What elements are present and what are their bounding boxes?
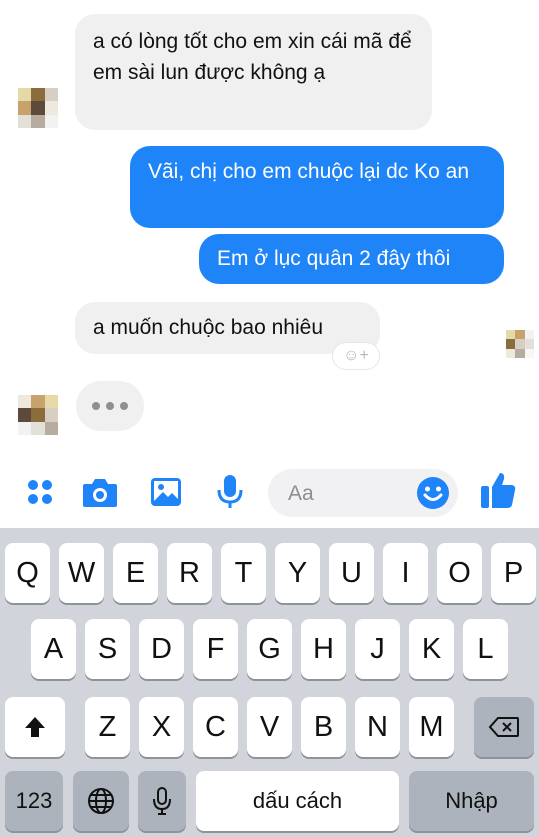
globe-key[interactable] <box>73 771 129 831</box>
contact-avatar[interactable] <box>18 88 58 128</box>
on-screen-keyboard: Q W E R T Y U I O P A S D F G H J K L Z … <box>0 528 539 837</box>
numbers-key[interactable]: 123 <box>5 771 63 831</box>
key-e[interactable]: E <box>113 543 158 603</box>
shift-key[interactable] <box>5 697 65 757</box>
key-g[interactable]: G <box>247 619 292 679</box>
microphone-icon[interactable] <box>210 472 250 512</box>
key-d[interactable]: D <box>139 619 184 679</box>
message-text: a muốn chuộc bao nhiêu <box>93 316 324 339</box>
dictation-key[interactable] <box>138 771 186 831</box>
key-y[interactable]: Y <box>275 543 320 603</box>
message-input-field[interactable] <box>268 469 458 517</box>
typing-dot <box>106 402 114 410</box>
message-text: a có lòng tốt cho em xin cái mã để em sà… <box>93 30 412 84</box>
message-outgoing-1[interactable]: Vãi, chị cho em chuộc lại dc Ko an <box>130 146 504 228</box>
key-a[interactable]: A <box>31 619 76 679</box>
key-m[interactable]: M <box>409 697 454 757</box>
shift-icon <box>25 717 45 737</box>
apps-icon[interactable] <box>20 472 60 512</box>
like-icon[interactable] <box>478 470 518 510</box>
camera-icon[interactable] <box>80 472 120 512</box>
backspace-icon <box>488 717 519 737</box>
emoji-icon[interactable] <box>416 476 450 510</box>
message-text: Vãi, chị cho em chuộc lại dc Ko an <box>148 160 470 183</box>
key-p[interactable]: P <box>491 543 536 603</box>
key-v[interactable]: V <box>247 697 292 757</box>
typing-indicator <box>76 381 144 431</box>
typing-dot <box>120 402 128 410</box>
message-outgoing-2[interactable]: Em ở lục quân 2 đây thôi <box>199 234 504 284</box>
key-q[interactable]: Q <box>5 543 50 603</box>
key-r[interactable]: R <box>167 543 212 603</box>
key-c[interactable]: C <box>193 697 238 757</box>
chat-area: a có lòng tốt cho em xin cái mã để em sà… <box>0 0 539 530</box>
key-u[interactable]: U <box>329 543 374 603</box>
globe-icon <box>88 788 114 814</box>
key-k[interactable]: K <box>409 619 454 679</box>
message-incoming-2[interactable]: a muốn chuộc bao nhiêu <box>75 302 380 354</box>
seen-avatar <box>506 330 534 358</box>
key-b[interactable]: B <box>301 697 346 757</box>
key-z[interactable]: Z <box>85 697 130 757</box>
key-h[interactable]: H <box>301 619 346 679</box>
add-reaction-button[interactable]: ☺+ <box>333 343 379 369</box>
key-i[interactable]: I <box>383 543 428 603</box>
message-composer <box>0 460 539 528</box>
key-o[interactable]: O <box>437 543 482 603</box>
key-l[interactable]: L <box>463 619 508 679</box>
message-incoming-1[interactable]: a có lòng tốt cho em xin cái mã để em sà… <box>75 14 432 130</box>
typing-dot <box>92 402 100 410</box>
space-key[interactable]: dấu cách <box>196 771 399 831</box>
key-w[interactable]: W <box>59 543 104 603</box>
return-key[interactable]: Nhập <box>409 771 534 831</box>
gallery-icon[interactable] <box>146 472 186 512</box>
key-n[interactable]: N <box>355 697 400 757</box>
key-t[interactable]: T <box>221 543 266 603</box>
key-j[interactable]: J <box>355 619 400 679</box>
message-input[interactable] <box>286 477 410 511</box>
key-x[interactable]: X <box>139 697 184 757</box>
microphone-icon <box>153 787 171 815</box>
backspace-key[interactable] <box>474 697 534 757</box>
reaction-label: ☺+ <box>343 347 369 364</box>
contact-avatar-typing[interactable] <box>18 395 58 435</box>
key-s[interactable]: S <box>85 619 130 679</box>
message-text: Em ở lục quân 2 đây thôi <box>217 247 451 270</box>
key-f[interactable]: F <box>193 619 238 679</box>
